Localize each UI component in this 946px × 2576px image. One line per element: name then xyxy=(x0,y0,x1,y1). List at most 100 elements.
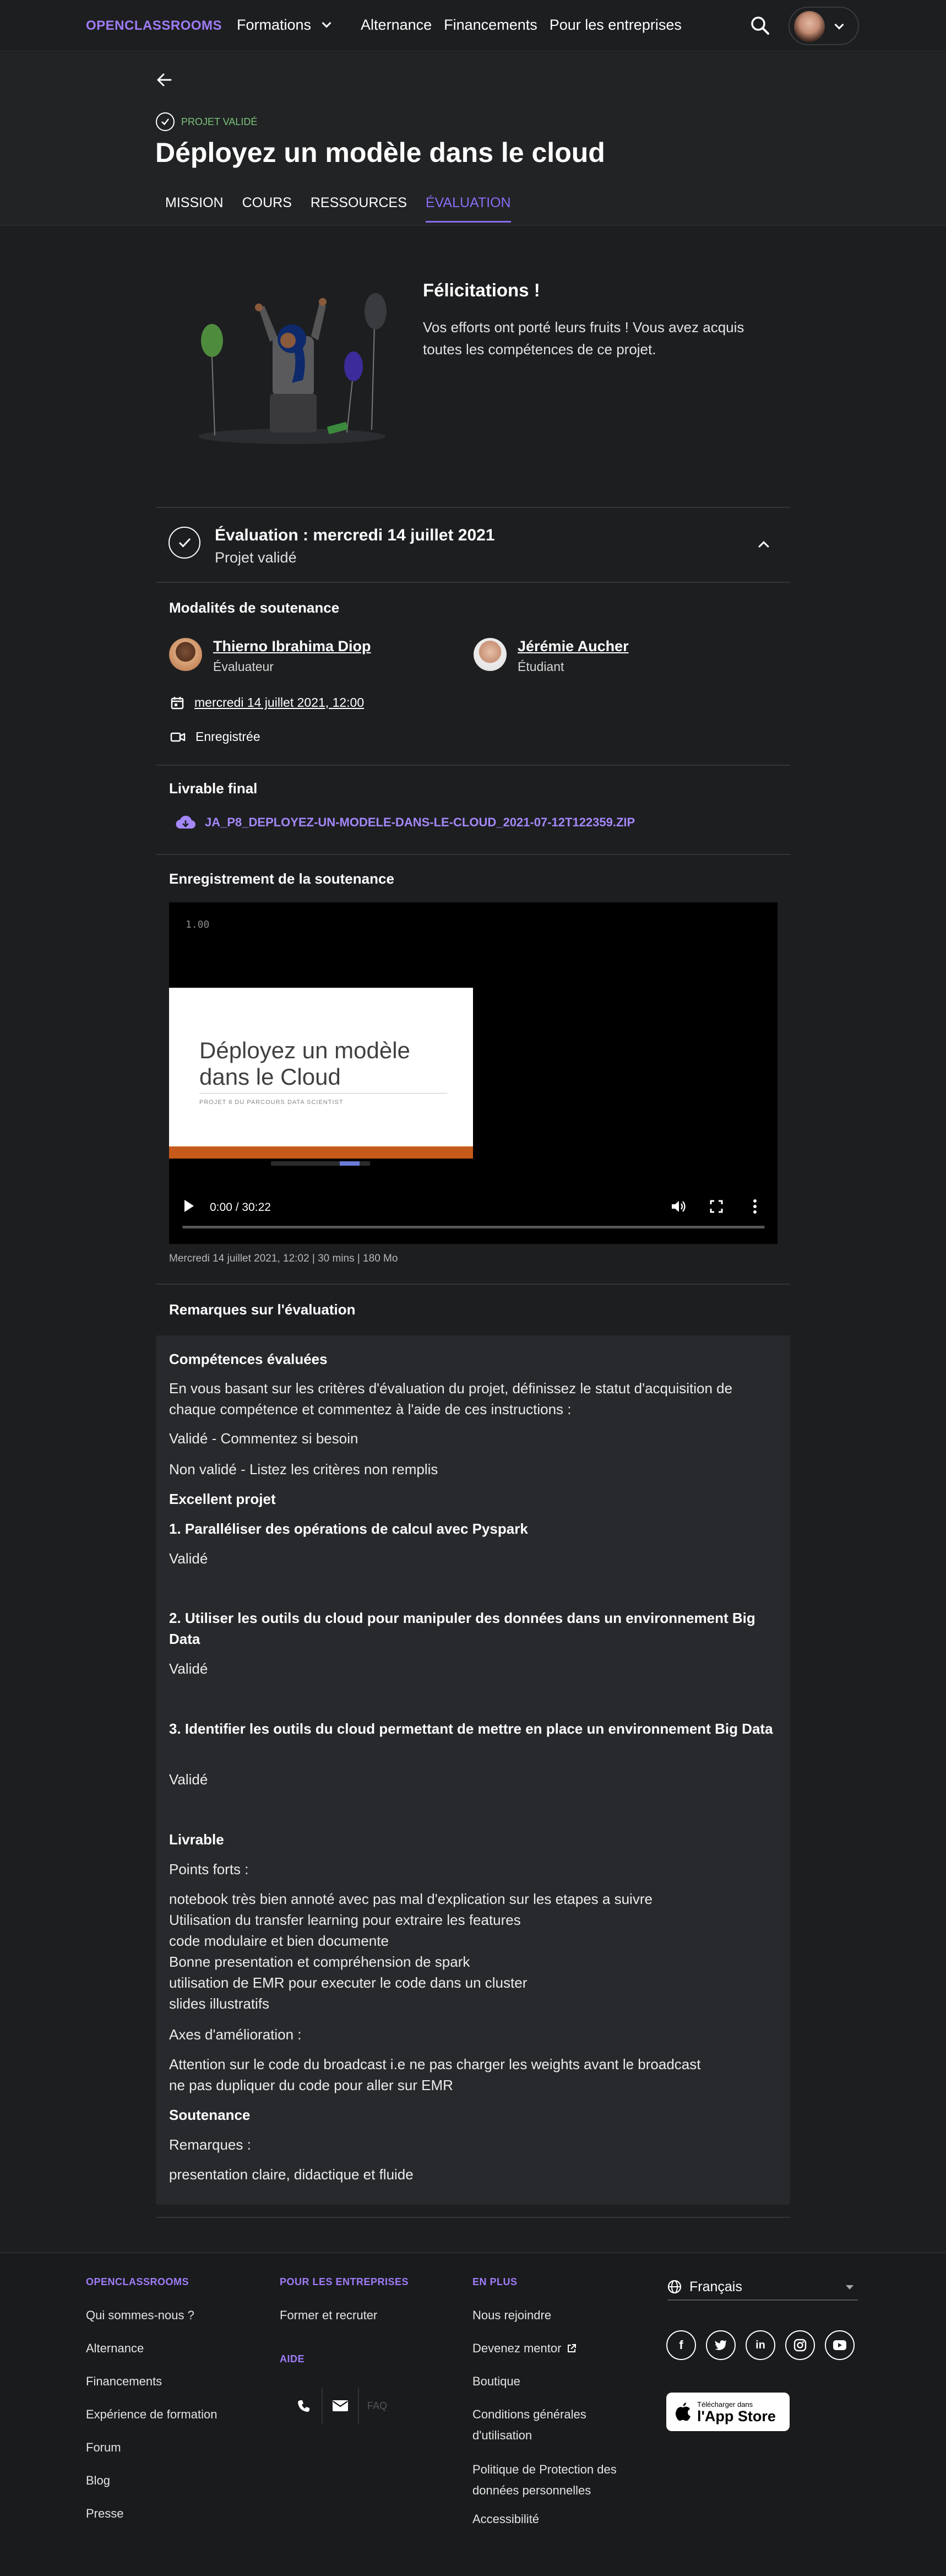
footer-aide-title: AIDE xyxy=(280,2353,305,2364)
language-select[interactable]: Français xyxy=(667,2274,858,2301)
competences-heading: Compétences évaluées xyxy=(169,1351,328,1367)
remarks-text: code modulaire et bien documente xyxy=(169,1933,389,1949)
footer-link[interactable]: Financements xyxy=(86,2371,162,2392)
divider xyxy=(156,854,790,855)
footer-link-mentor[interactable]: Devenez mentor xyxy=(472,2338,577,2359)
project-status: PROJET VALIDÉ xyxy=(156,112,257,131)
chevron-down-icon xyxy=(834,20,844,30)
back-arrow-icon[interactable] xyxy=(156,72,172,88)
project-tabs: MISSION COURS RESSOURCES ÉVALUATION xyxy=(165,195,530,223)
faq-link[interactable]: FAQ xyxy=(359,2388,395,2424)
footer-link[interactable]: Politique de Protection des données pers… xyxy=(472,2459,649,2501)
remarks-text: Remarques : xyxy=(169,2136,251,2153)
globe-icon xyxy=(667,2280,682,2294)
top-navbar: OPENCLASSROOMS Formations Alternance Fin… xyxy=(0,0,946,52)
remarks-text: Axes d'amélioration : xyxy=(169,2026,302,2043)
footer-link[interactable]: Blog xyxy=(86,2470,110,2491)
app-store-badge[interactable]: Télécharger dans l'App Store xyxy=(666,2393,790,2431)
more-options-icon[interactable] xyxy=(753,1199,757,1214)
footer-col2-title: POUR LES ENTREPRISES xyxy=(280,2276,409,2287)
video-thumbnail-strip xyxy=(271,1161,370,1166)
remarks-text: utilisation de EMR pour executer le code… xyxy=(169,1974,528,1991)
slide-title: Déployez un modèle dans le Cloud xyxy=(199,1037,410,1090)
footer-col1-title: OPENCLASSROOMS xyxy=(86,2276,189,2287)
remarks-text: Non validé - Listez les critères non rem… xyxy=(169,1461,438,1478)
competence-3: 3. Identifier les outils du cloud permet… xyxy=(169,1720,773,1737)
nav-entreprises[interactable]: Pour les entreprises xyxy=(550,17,682,34)
mail-icon[interactable] xyxy=(323,2388,359,2424)
volume-icon[interactable] xyxy=(670,1199,687,1214)
congrats-title: Félicitations ! xyxy=(423,280,540,300)
phone-icon[interactable] xyxy=(286,2388,323,2424)
evaluator-avatar xyxy=(169,638,202,671)
remarks-text: presentation claire, didactique et fluid… xyxy=(169,2166,414,2183)
footer-link[interactable]: Accessibilité xyxy=(472,2509,539,2530)
instagram-icon[interactable] xyxy=(785,2330,815,2360)
divider xyxy=(156,2217,790,2218)
student-name[interactable]: Jérémie Aucher xyxy=(518,638,629,655)
dropdown-arrow-icon xyxy=(846,2285,853,2290)
celebration-illustration xyxy=(198,293,387,444)
openclassrooms-logo[interactable]: OPENCLASSROOMS xyxy=(86,18,222,34)
competence-3-status: Validé xyxy=(169,1771,208,1788)
external-link-icon xyxy=(568,2344,577,2352)
remarks-text: ne pas dupliquer du code pour aller sur … xyxy=(169,2077,453,2093)
help-contact-options: FAQ xyxy=(286,2388,395,2424)
video-slide: Déployez un modèle dans le Cloud PROJET … xyxy=(169,988,473,1159)
evaluation-title: Évaluation : mercredi 14 juillet 2021 xyxy=(215,526,495,544)
footer-col3-title: EN PLUS xyxy=(472,2276,518,2287)
remarks-text: Attention sur le code du broadcast i.e n… xyxy=(169,2056,701,2072)
search-icon[interactable] xyxy=(750,15,770,35)
twitter-icon[interactable] xyxy=(706,2330,736,2360)
footer-link[interactable]: Alternance xyxy=(86,2338,144,2359)
remarks-heading: Soutenance xyxy=(169,2107,251,2123)
footer-link[interactable]: Boutique xyxy=(472,2371,520,2392)
video-time: 0:00 / 30:22 xyxy=(210,1201,271,1214)
nav-alternance[interactable]: Alternance xyxy=(361,17,432,34)
competence-1: 1. Paralléliser des opérations de calcul… xyxy=(169,1520,528,1537)
footer-link[interactable]: Nous rejoindre xyxy=(472,2305,551,2326)
livrable-heading: Livrable final xyxy=(169,780,258,797)
remarks-text: notebook très bien annoté avec pas mal d… xyxy=(169,1891,653,1907)
remarks-intro: En vous basant sur les critères d'évalua… xyxy=(169,1380,733,1417)
video-camera-icon xyxy=(170,732,186,742)
footer-link[interactable]: Forum xyxy=(86,2437,121,2458)
slide-footer-bar xyxy=(169,1146,473,1159)
facebook-icon[interactable]: f xyxy=(666,2330,696,2360)
footer-link[interactable]: Presse xyxy=(86,2503,123,2524)
evaluation-status: Projet validé xyxy=(215,549,297,566)
nav-formations[interactable]: Formations xyxy=(237,17,331,34)
youtube-icon[interactable] xyxy=(825,2330,855,2360)
footer-link-label: Devenez mentor xyxy=(472,2341,562,2355)
video-player[interactable]: 1.00 Déployez un modèle dans le Cloud PR… xyxy=(169,902,778,1244)
divider xyxy=(156,507,790,508)
footer-link[interactable]: Qui sommes-nous ? xyxy=(86,2305,194,2326)
evaluator-card: Thierno Ibrahima Diop Évaluateur xyxy=(169,638,371,674)
tab-cours[interactable]: COURS xyxy=(242,195,292,223)
footer-link[interactable]: Conditions générales d'utilisation xyxy=(472,2404,638,2446)
soutenance-date-link[interactable]: mercredi 14 juillet 2021, 12:00 xyxy=(194,695,364,710)
tab-evaluation[interactable]: ÉVALUATION xyxy=(425,195,511,223)
video-progress-bar[interactable] xyxy=(182,1226,765,1229)
calendar-icon xyxy=(171,696,184,709)
footer-link[interactable]: Expérience de formation xyxy=(86,2404,217,2425)
check-circle-icon xyxy=(156,112,175,131)
evaluator-name[interactable]: Thierno Ibrahima Diop xyxy=(213,638,371,655)
deliverable-download-link[interactable]: JA_P8_DEPLOYEZ-UN-MODELE-DANS-LE-CLOUD_2… xyxy=(175,815,635,830)
tab-ressources[interactable]: RESSOURCES xyxy=(311,195,407,223)
linkedin-icon[interactable]: in xyxy=(746,2330,775,2360)
congrats-text: Vos efforts ont porté leurs fruits ! Vou… xyxy=(423,319,744,358)
chevron-up-icon[interactable] xyxy=(758,541,769,552)
recording-heading: Enregistrement de la soutenance xyxy=(169,870,394,887)
cloud-download-icon xyxy=(176,815,196,829)
fullscreen-icon[interactable] xyxy=(710,1200,723,1213)
play-icon[interactable] xyxy=(184,1200,194,1212)
slide-divider xyxy=(199,1093,447,1094)
account-menu-button[interactable] xyxy=(789,7,859,45)
recording-status-label: Enregistrée xyxy=(195,729,260,744)
tab-mission[interactable]: MISSION xyxy=(165,195,224,223)
nav-financements[interactable]: Financements xyxy=(444,17,537,34)
check-circle-icon xyxy=(168,527,200,559)
student-role: Étudiant xyxy=(518,659,564,674)
footer-link[interactable]: Former et recruter xyxy=(280,2305,377,2326)
